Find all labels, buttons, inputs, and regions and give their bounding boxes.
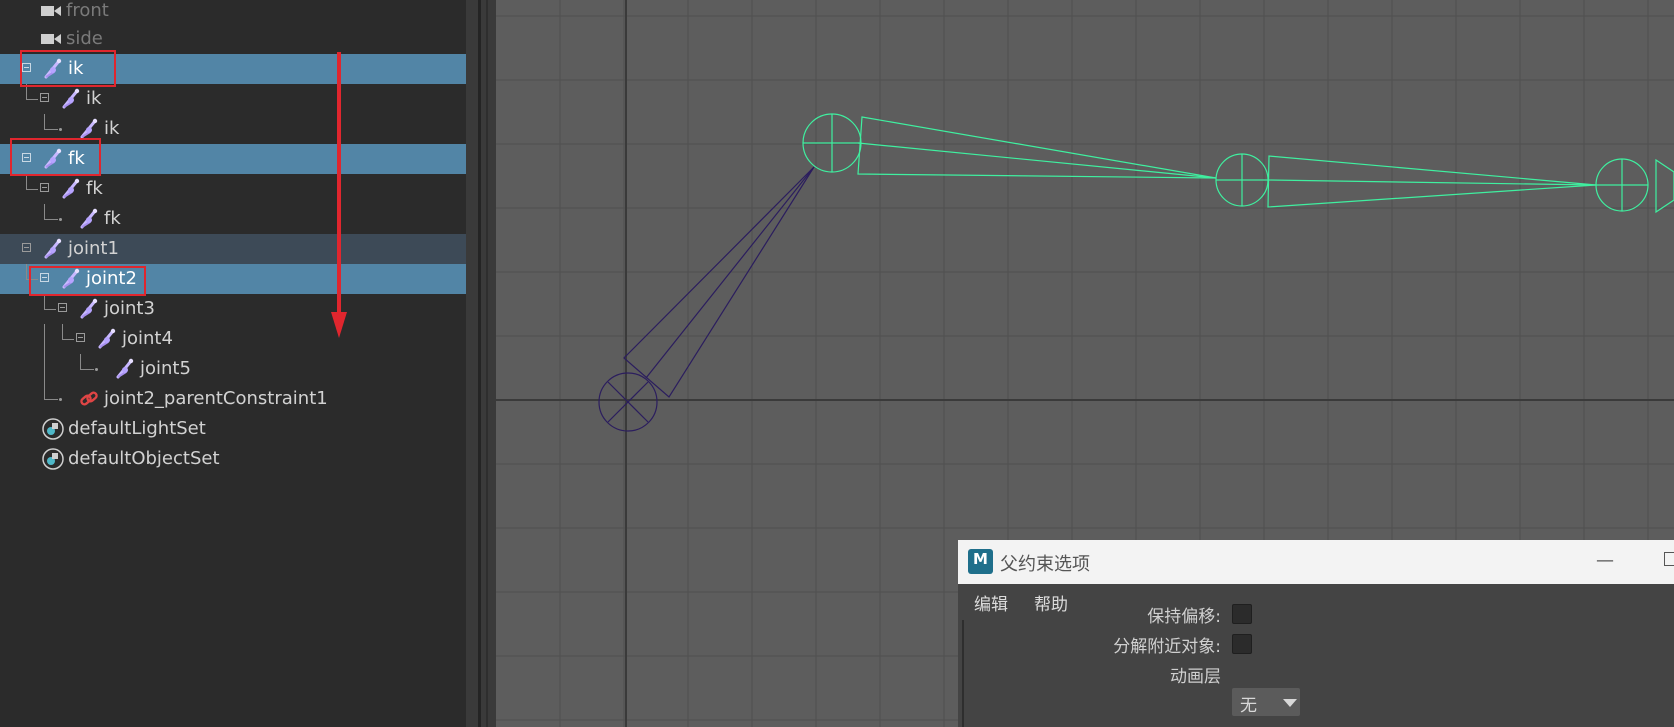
tree-line	[44, 204, 45, 219]
outliner-item-default-object-set[interactable]: defaultObjectSet	[0, 444, 466, 474]
annotation-box-joint2	[29, 266, 146, 296]
outliner-item-label: fk	[86, 178, 103, 199]
outliner-item-label: defaultObjectSet	[68, 448, 220, 469]
set-icon	[42, 418, 64, 440]
menu-help[interactable]: 帮助	[1034, 590, 1068, 615]
outliner-item-label: side	[66, 28, 103, 49]
joint-icon	[116, 358, 135, 379]
tree-line	[44, 354, 45, 384]
tree-line	[44, 129, 58, 130]
parent-constraint-options-dialog: M 父约束选项 — 编辑 帮助 保持偏移: 分解附近对象: 动画层 无	[958, 540, 1674, 727]
outliner-item-ik-child[interactable]: ik	[0, 84, 466, 114]
tree-line	[44, 114, 45, 129]
outliner-item-label: fk	[104, 208, 121, 229]
collapse-toggle[interactable]	[76, 333, 85, 342]
collapse-toggle[interactable]	[40, 183, 49, 192]
maintain-offset-checkbox[interactable]	[1232, 604, 1252, 624]
joint-icon	[62, 178, 81, 199]
set-icon	[42, 448, 64, 470]
tree-line	[44, 219, 58, 220]
outliner-item-label: joint4	[122, 328, 173, 349]
leaf-dot	[59, 218, 62, 221]
maintain-offset-label: 保持偏移:	[1147, 607, 1221, 627]
menu-edit[interactable]: 编辑	[974, 590, 1008, 615]
outliner-item-label: joint2_parentConstraint1	[104, 388, 328, 409]
tree-line	[80, 369, 94, 370]
annotation-box-fk	[10, 138, 101, 176]
anim-layer-dropdown[interactable]: 无	[1232, 688, 1300, 716]
tree-line	[44, 324, 45, 354]
camera-icon	[41, 6, 61, 16]
outliner-item-fk-child[interactable]: fk	[0, 174, 466, 204]
tree-line	[26, 99, 38, 100]
minimize-button[interactable]: —	[1596, 550, 1614, 571]
dialog-title: 父约束选项	[1000, 554, 1090, 575]
dialog-options-body: 保持偏移: 分解附近对象: 动画层	[962, 604, 1674, 727]
maya-logo-icon: M	[968, 549, 993, 574]
leaf-dot	[95, 368, 98, 371]
outliner-item-parent-constraint[interactable]: joint2_parentConstraint1	[0, 384, 466, 414]
joint-chain-green[interactable]	[802, 113, 1674, 214]
outliner-item-default-light-set[interactable]: defaultLightSet	[0, 414, 466, 444]
decompose-target-label: 分解附近对象:	[1113, 637, 1221, 657]
tree-line	[26, 189, 38, 190]
tree-line	[44, 309, 56, 310]
joint-icon	[80, 298, 99, 319]
outliner-panel: front side ik ik ik fk fk fk joint1 join…	[0, 0, 466, 727]
joint-icon	[80, 118, 99, 139]
tree-line	[62, 324, 63, 339]
panel-splitter[interactable]	[466, 0, 496, 727]
outliner-item-fk-leaf[interactable]: fk	[0, 204, 466, 234]
joint-icon	[44, 238, 63, 259]
decompose-target-checkbox[interactable]	[1232, 634, 1252, 654]
leaf-dot	[59, 128, 62, 131]
tree-line	[44, 384, 45, 399]
dialog-menubar: 编辑 帮助	[958, 584, 1674, 618]
outliner-item-label: joint1	[68, 238, 119, 259]
tree-line	[44, 399, 58, 400]
annotation-box-ik	[20, 50, 116, 87]
joint-icon	[80, 208, 99, 229]
outliner-item-label: ik	[104, 118, 120, 139]
tree-line	[44, 294, 45, 309]
annotation-arrow	[331, 52, 347, 338]
outliner-item-label: ik	[86, 88, 102, 109]
outliner-item-label: joint3	[104, 298, 155, 319]
outliner-item-joint3[interactable]: joint3	[0, 294, 466, 324]
anim-layer-value: 无	[1240, 696, 1257, 716]
maximize-button[interactable]	[1664, 552, 1674, 566]
collapse-toggle[interactable]	[58, 303, 67, 312]
outliner-item-joint5[interactable]: joint5	[0, 354, 466, 384]
outliner-item-label: joint5	[140, 358, 191, 379]
collapse-toggle[interactable]	[22, 243, 31, 252]
tree-line	[80, 354, 81, 369]
outliner-item-label: defaultLightSet	[68, 418, 206, 439]
dialog-titlebar[interactable]: M 父约束选项 —	[958, 540, 1674, 584]
tree-line	[26, 174, 27, 189]
joint-chain-purple[interactable]	[598, 166, 815, 432]
anim-layer-label: 动画层	[1170, 667, 1221, 687]
joint-icon	[98, 328, 117, 349]
constraint-icon	[80, 391, 98, 406]
tree-line	[62, 339, 74, 340]
camera-icon	[41, 34, 61, 44]
collapse-toggle[interactable]	[40, 93, 49, 102]
leaf-dot	[59, 398, 62, 401]
outliner-item-label: front	[66, 0, 109, 21]
outliner-item-front[interactable]: front	[0, 0, 466, 26]
joint-icon	[62, 88, 81, 109]
options-label-column: 保持偏移: 分解附近对象: 动画层	[964, 607, 1221, 727]
outliner-item-joint1[interactable]: joint1	[0, 234, 466, 264]
outliner-item-joint4[interactable]: joint4	[0, 324, 466, 354]
tree-line	[26, 264, 27, 279]
chevron-down-icon	[1283, 699, 1297, 707]
